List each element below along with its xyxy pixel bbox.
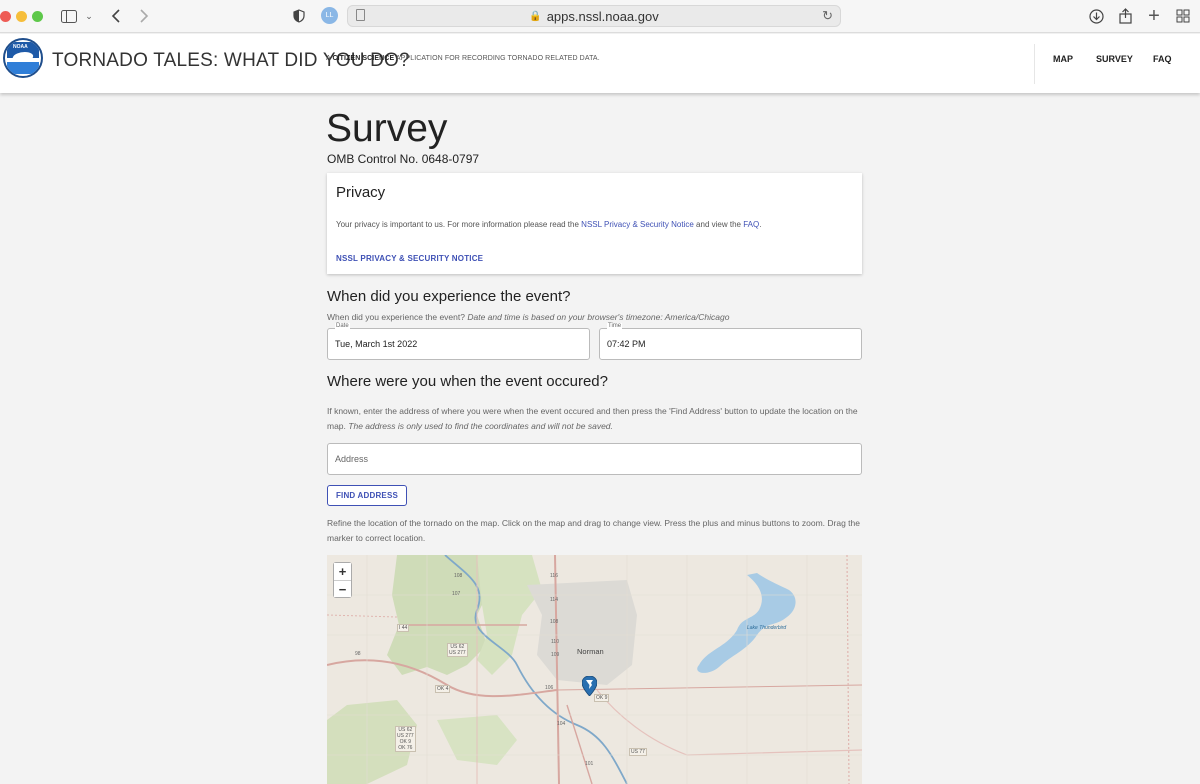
url-text: apps.nssl.noaa.gov — [546, 8, 659, 24]
when-description: When did you experience the event? Date … — [327, 312, 730, 322]
logo-text: NOAA — [13, 44, 28, 50]
lock-icon: 🔒 — [529, 10, 542, 22]
tornado-location-marker[interactable] — [581, 675, 598, 697]
forward-button[interactable] — [136, 5, 152, 27]
exit-106: 106 — [545, 685, 554, 691]
site-tagline: A CITIZEN SCIENCE APPLICATION FOR RECORD… — [326, 55, 600, 62]
downloads-icon[interactable] — [1087, 5, 1105, 27]
date-input[interactable] — [328, 329, 589, 359]
exit-108b: 108 — [550, 619, 559, 625]
time-field[interactable]: Time — [599, 323, 862, 360]
when-heading: When did you experience the event? — [327, 288, 571, 305]
city-label-norman: Norman — [577, 647, 604, 656]
find-address-button[interactable]: FIND ADDRESS — [327, 485, 407, 506]
exit-104: 104 — [557, 721, 566, 727]
exit-114: 114 — [550, 597, 558, 603]
time-input[interactable] — [600, 329, 861, 359]
refine-description: Refine the location of the tornado on th… — [327, 518, 860, 543]
nav-divider — [1034, 44, 1035, 84]
where-description: If known, enter the address of where you… — [327, 406, 858, 431]
nav-survey[interactable]: SURVEY — [1096, 54, 1133, 64]
zoom-out-button[interactable]: − — [334, 580, 351, 597]
date-field[interactable]: Date — [327, 323, 590, 360]
share-icon[interactable] — [1116, 5, 1134, 27]
nav-faq[interactable]: FAQ — [1153, 54, 1172, 64]
road-shield-us77: US 77 — [629, 748, 647, 756]
map-pin-icon — [581, 675, 598, 697]
reload-icon[interactable]: ↻ — [822, 8, 833, 24]
zoom-window-button[interactable] — [32, 11, 43, 22]
exit-101: 101 — [585, 761, 594, 767]
privacy-heading: Privacy — [336, 184, 386, 201]
page-title: Survey — [326, 107, 448, 150]
where-heading: Where were you when the event occured? — [327, 373, 608, 390]
nav-map[interactable]: MAP — [1053, 54, 1073, 64]
road-shield-us62-us277: US 62 US 277 — [447, 643, 468, 657]
exit-110: 110 — [551, 639, 559, 645]
back-button[interactable] — [108, 5, 124, 27]
exit-107: 107 — [452, 591, 461, 597]
road-98: 98 — [355, 651, 361, 657]
road-shield-i44: I 44 — [397, 624, 410, 632]
road-shield-ok4: OK 4 — [435, 685, 451, 693]
address-field[interactable] — [327, 443, 862, 475]
privacy-card: Privacy Your privacy is important to us.… — [327, 173, 862, 274]
address-input[interactable] — [328, 444, 861, 474]
privacy-notice-button[interactable]: NSSL PRIVACY & SECURITY NOTICE — [336, 254, 483, 263]
new-tab-icon[interactable]: + — [1145, 5, 1163, 27]
site-header: NOAA TORNADO TALES: WHAT DID YOU DO? A C… — [0, 34, 1200, 93]
minimize-window-button[interactable] — [16, 11, 27, 22]
privacy-text: Your privacy is important to us. For mor… — [336, 220, 762, 229]
address-bar[interactable]: 🔒 apps.nssl.noaa.gov ↻ — [347, 5, 841, 27]
chevron-down-icon[interactable]: ⌄ — [84, 5, 94, 27]
page-icon — [356, 9, 365, 21]
exit-108: 108 — [454, 573, 463, 579]
omb-control-number: OMB Control No. 0648-0797 — [327, 152, 480, 166]
noaa-logo[interactable]: NOAA — [3, 38, 43, 78]
location-map[interactable]: + − Norman Lake Thunderbird I 44 US 62 U… — [327, 555, 862, 784]
profile-avatar-icon[interactable]: LL — [321, 7, 338, 24]
zoom-in-button[interactable]: + — [334, 563, 351, 580]
close-window-button[interactable] — [0, 11, 11, 22]
shield-icon[interactable] — [291, 5, 307, 27]
lake-label: Lake Thunderbird — [747, 625, 787, 631]
exit-116: 116 — [550, 573, 558, 579]
faq-link[interactable]: FAQ — [743, 220, 759, 229]
tab-overview-icon[interactable] — [1174, 5, 1192, 27]
browser-toolbar: ⌄ LL 🔒 apps.nssl.noaa.gov ↻ + — [0, 0, 1200, 33]
privacy-notice-link[interactable]: NSSL Privacy & Security Notice — [581, 220, 694, 229]
road-shield-south-cluster: US 62 US 277 OK 9 OK 76 — [395, 726, 416, 752]
exit-109: 109 — [551, 652, 560, 658]
sidebar-toggle-icon[interactable] — [60, 5, 78, 27]
map-zoom-control: + − — [333, 562, 352, 598]
